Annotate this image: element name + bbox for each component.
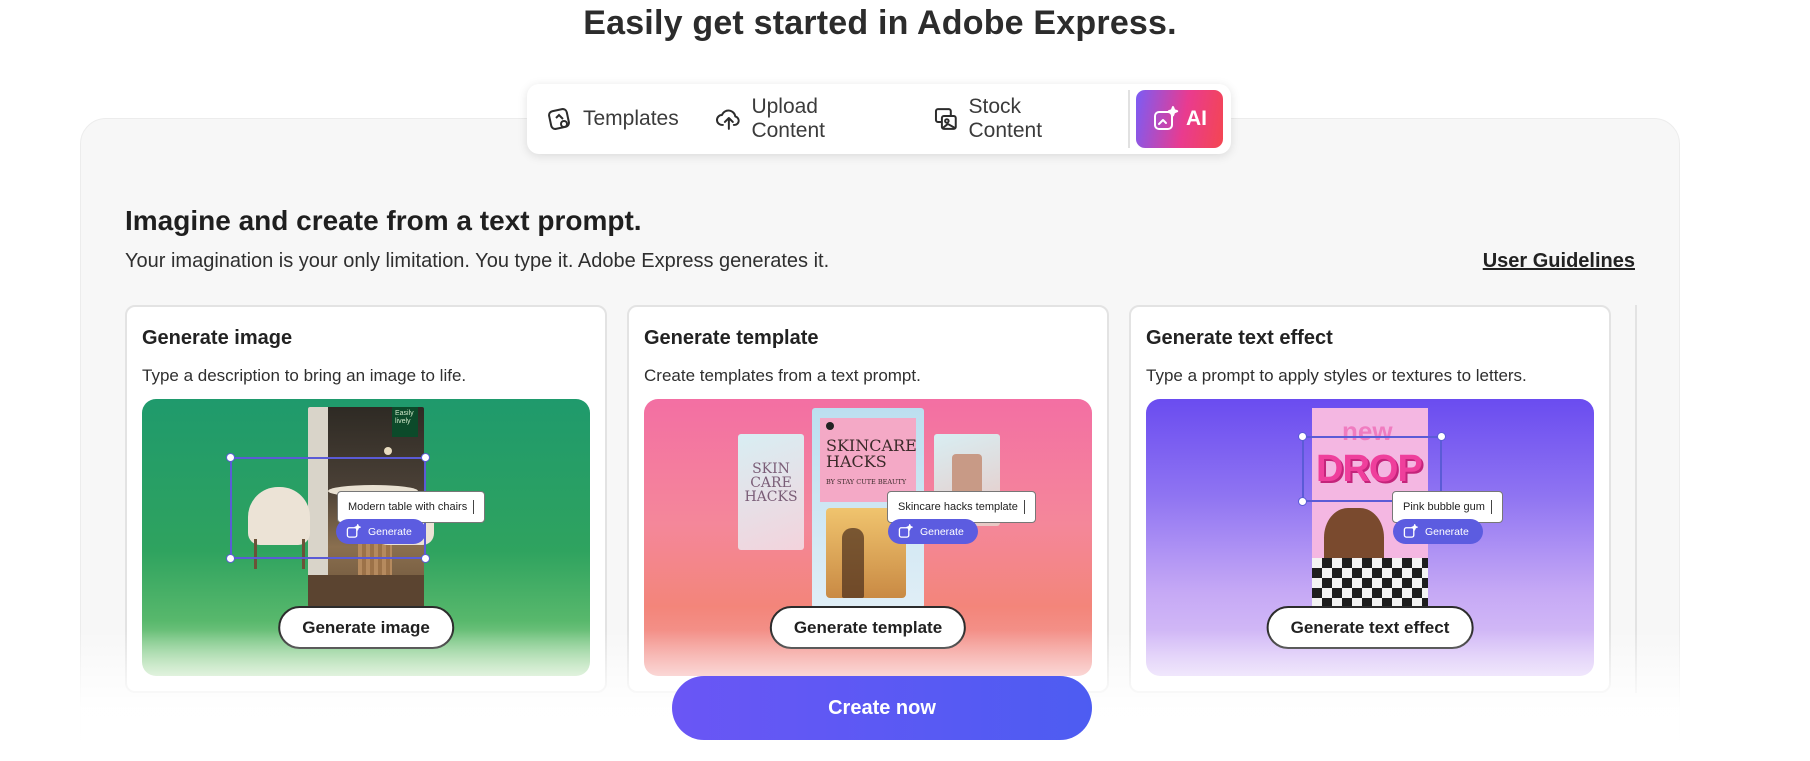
card-title: Generate template bbox=[644, 327, 819, 349]
ai-sparkle-icon bbox=[1153, 106, 1179, 130]
tab-templates[interactable]: Templates bbox=[547, 90, 696, 148]
section-subtitle: Your imagination is your only limitation… bbox=[125, 250, 830, 272]
poster-logo: Easily lively bbox=[392, 407, 418, 437]
tab-label: AI bbox=[1185, 107, 1207, 130]
ai-sparkle-icon bbox=[1403, 524, 1418, 538]
templates-icon bbox=[548, 108, 570, 130]
tab-upload-content[interactable]: Upload Content bbox=[715, 90, 913, 148]
ai-sparkle-icon bbox=[898, 524, 913, 538]
card-title: Generate image bbox=[142, 327, 293, 349]
tab-label: Stock Content bbox=[968, 95, 1043, 142]
card-title: Generate text effect bbox=[1146, 327, 1333, 349]
card-description: Create templates from a text prompt. bbox=[644, 366, 921, 385]
card-description: Type a description to bring an image to … bbox=[142, 366, 467, 385]
upload-cloud-icon bbox=[715, 109, 740, 130]
user-guidelines-link[interactable]: User Guidelines bbox=[1483, 250, 1635, 273]
page-headline: Easily get started in Adobe Express. bbox=[583, 4, 1177, 42]
template-thumb-left: SKIN CARE HACKS bbox=[738, 434, 804, 550]
create-now-button[interactable]: Create now bbox=[672, 676, 1092, 740]
tab-ai[interactable]: AI bbox=[1135, 90, 1224, 148]
content-type-tabs: Templates Upload Content Stock Content A… bbox=[527, 84, 1231, 154]
card-description: Type a prompt to apply styles or texture… bbox=[1146, 366, 1527, 385]
ai-sparkle-icon bbox=[346, 524, 361, 538]
generate-pill: Generate bbox=[1393, 519, 1483, 544]
tab-stock-content[interactable]: Stock Content bbox=[933, 90, 1116, 148]
section-title: Imagine and create from a text prompt. bbox=[125, 205, 642, 236]
tab-label: Upload Content bbox=[751, 95, 825, 142]
stock-content-icon bbox=[934, 108, 957, 130]
tab-divider bbox=[1127, 90, 1130, 148]
tab-label: Templates bbox=[583, 107, 679, 130]
generate-pill: Generate bbox=[888, 519, 978, 544]
generate-pill: Generate bbox=[336, 519, 426, 544]
